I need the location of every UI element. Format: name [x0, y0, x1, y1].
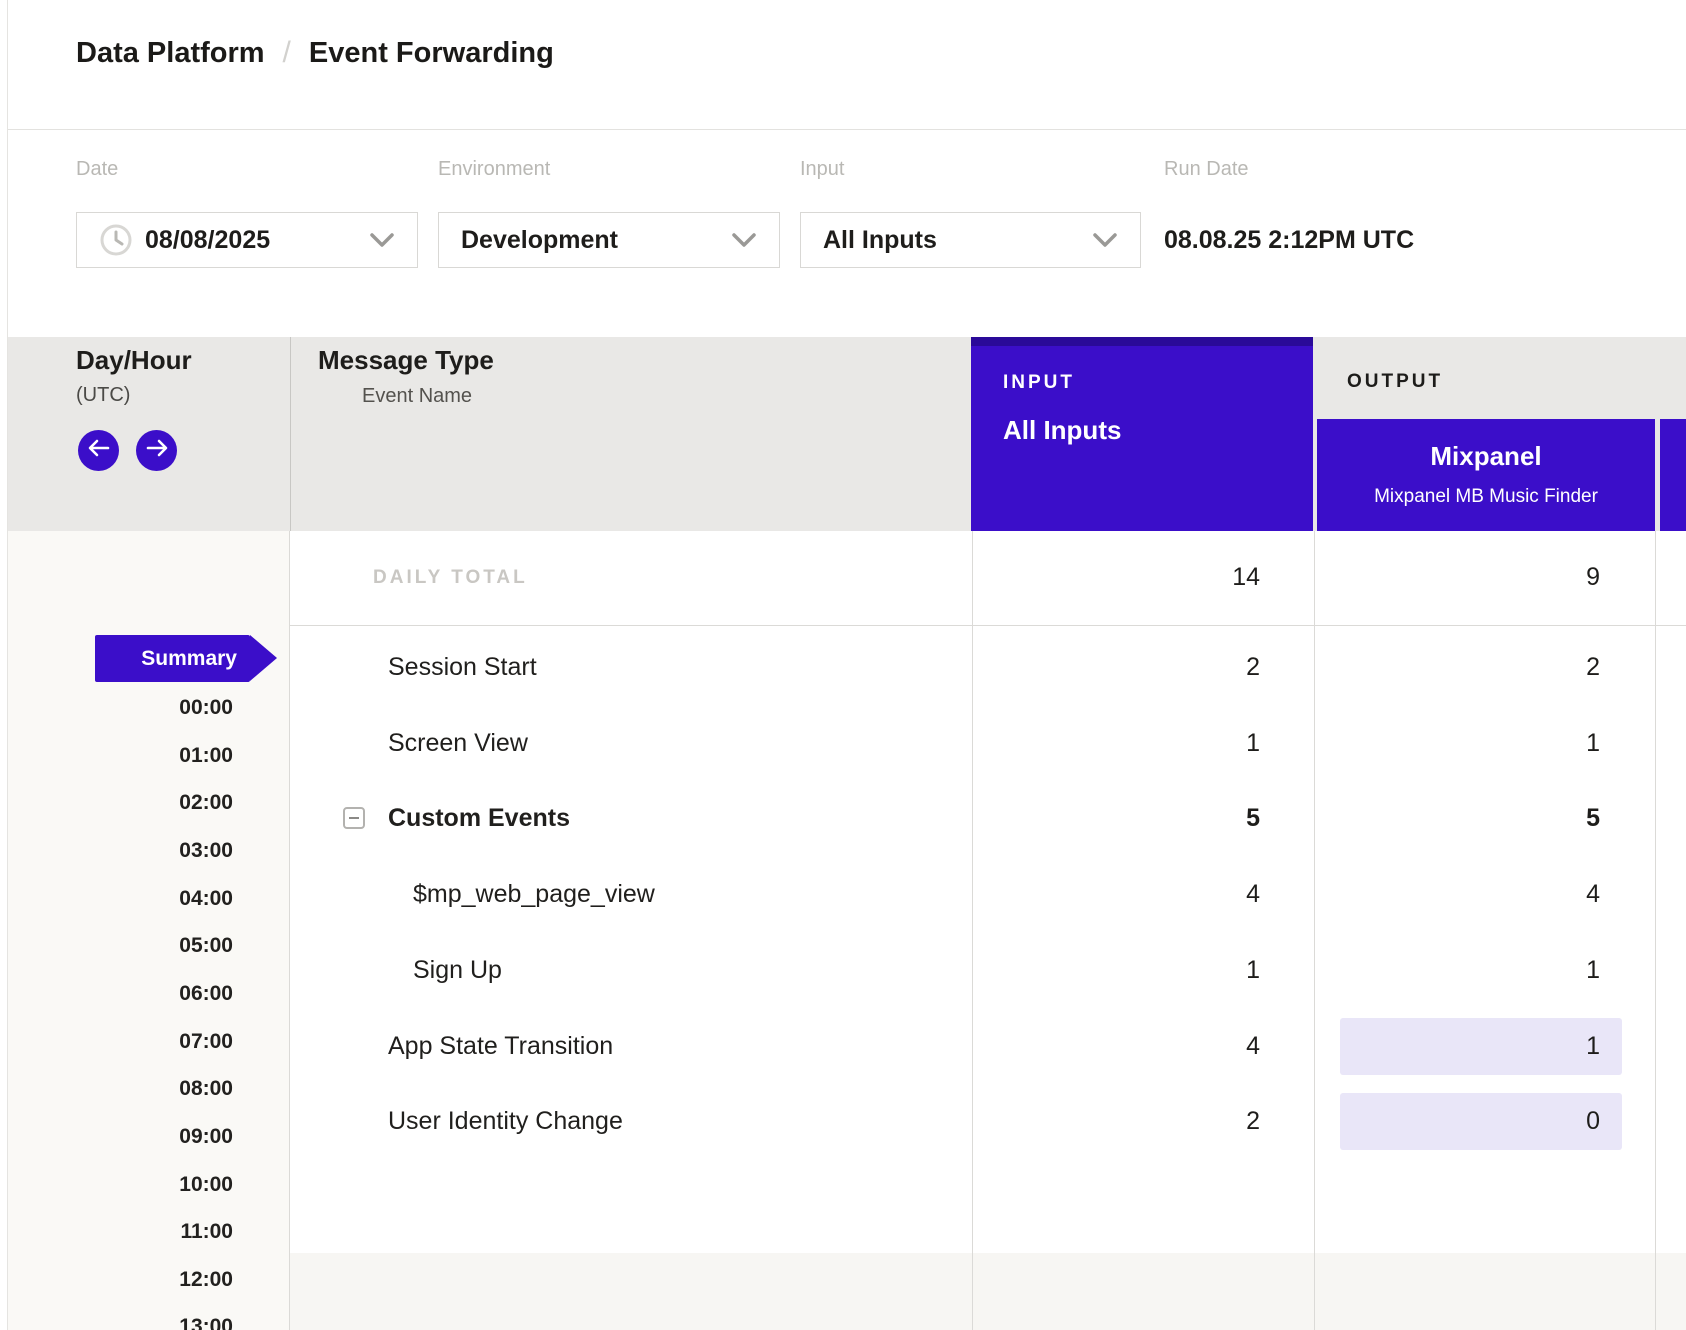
message-row-label: Custom Events: [388, 803, 570, 833]
daily-total-bottom-border: [290, 625, 1686, 626]
output-count-cell: 0: [1317, 1107, 1600, 1135]
hour-label[interactable]: 00:00: [8, 696, 290, 720]
output-count-cell: 4: [1317, 880, 1600, 908]
hour-label[interactable]: 04:00: [8, 887, 290, 911]
event-name-subheader: Event Name: [362, 384, 472, 408]
output-connection-header-mixpanel[interactable]: Mixpanel Mixpanel MB Music Finder: [1317, 419, 1655, 531]
header-divider: [8, 129, 1686, 130]
output-connection-name: Mixpanel: [1430, 441, 1541, 471]
input-count-cell: 2: [972, 653, 1260, 681]
arrow-right-icon: [146, 439, 168, 462]
hour-label[interactable]: 06:00: [8, 982, 290, 1006]
breadcrumb-separator: /: [283, 36, 291, 70]
table-footer-area: [290, 1253, 1686, 1330]
message-row-label: User Identity Change: [388, 1106, 623, 1136]
input-count-cell: 4: [972, 880, 1260, 908]
hour-label[interactable]: 03:00: [8, 839, 290, 863]
message-row-label: Screen View: [388, 728, 528, 758]
input-column-right-border: [1314, 531, 1315, 1330]
output-connection-header-next-clipped[interactable]: [1660, 419, 1686, 531]
daily-total-output-value: 9: [1317, 563, 1600, 591]
next-day-button[interactable]: [136, 430, 177, 471]
date-dropdown[interactable]: 08/08/2025: [76, 212, 418, 268]
event-forwarding-page: Data Platform / Event Forwarding Date 08…: [0, 0, 1686, 1330]
minus-box-icon[interactable]: [343, 807, 365, 829]
input-selected-value: All Inputs: [1003, 415, 1121, 445]
input-count-cell: 5: [972, 804, 1260, 832]
environment-filter-label: Environment: [438, 157, 550, 181]
message-row-label: $mp_web_page_view: [413, 879, 655, 909]
run-date-value: 08.08.25 2:12PM UTC: [1164, 226, 1414, 254]
hour-label[interactable]: 11:00: [8, 1220, 290, 1244]
output-section-label: OUTPUT: [1347, 369, 1443, 395]
environment-value: Development: [461, 226, 618, 255]
output-count-cell: 1: [1317, 729, 1600, 757]
band-column-divider: [290, 337, 291, 531]
hour-label[interactable]: 05:00: [8, 934, 290, 958]
message-row-label: Session Start: [388, 652, 537, 682]
daily-total-input-value: 14: [972, 563, 1260, 591]
day-hour-timezone: (UTC): [76, 383, 130, 407]
output-connection-subtitle: Mixpanel MB Music Finder: [1374, 485, 1598, 509]
arrow-left-icon: [88, 439, 110, 462]
breadcrumb-section[interactable]: Data Platform: [76, 37, 265, 70]
input-value: All Inputs: [823, 226, 937, 255]
run-date-label: Run Date: [1164, 157, 1249, 181]
breadcrumb: Data Platform / Event Forwarding: [76, 36, 554, 70]
output-count-cell: 2: [1317, 653, 1600, 681]
summary-row-flag[interactable]: Summary: [95, 635, 250, 682]
hour-label[interactable]: 10:00: [8, 1173, 290, 1197]
hour-label[interactable]: 09:00: [8, 1125, 290, 1149]
input-dropdown[interactable]: All Inputs: [800, 212, 1141, 268]
environment-dropdown[interactable]: Development: [438, 212, 780, 268]
date-filter-label: Date: [76, 157, 118, 181]
input-filter-label: Input: [800, 157, 844, 181]
input-section-label: INPUT: [1003, 370, 1075, 396]
hour-label[interactable]: 08:00: [8, 1077, 290, 1101]
output-count-cell: 1: [1317, 1032, 1600, 1060]
message-type-header: Message Type: [318, 345, 494, 375]
page-title: Event Forwarding: [309, 37, 554, 70]
input-count-cell: 1: [972, 956, 1260, 984]
previous-day-button[interactable]: [78, 430, 119, 471]
chevron-down-icon: [731, 232, 757, 248]
chevron-down-icon: [1092, 232, 1118, 248]
message-row-label: App State Transition: [388, 1031, 613, 1061]
output-column-right-border: [1655, 531, 1656, 1330]
hour-label[interactable]: 13:00: [8, 1315, 290, 1330]
hour-label[interactable]: 01:00: [8, 744, 290, 768]
day-hour-header: Day/Hour: [76, 345, 192, 375]
input-column-header-accent: [971, 337, 1313, 346]
input-count-cell: 1: [972, 729, 1260, 757]
hour-label[interactable]: 12:00: [8, 1268, 290, 1292]
chevron-down-icon: [369, 232, 395, 248]
hour-label[interactable]: 02:00: [8, 791, 290, 815]
output-count-cell: 5: [1317, 804, 1600, 832]
input-count-cell: 2: [972, 1107, 1260, 1135]
input-column-left-border: [972, 531, 973, 1330]
clock-icon: [99, 223, 133, 257]
hour-label[interactable]: 07:00: [8, 1030, 290, 1054]
output-count-cell: 1: [1317, 956, 1600, 984]
date-value: 08/08/2025: [145, 226, 270, 255]
input-count-cell: 4: [972, 1032, 1260, 1060]
daily-total-label: DAILY TOTAL: [373, 566, 528, 590]
message-row-label: Sign Up: [413, 955, 502, 985]
